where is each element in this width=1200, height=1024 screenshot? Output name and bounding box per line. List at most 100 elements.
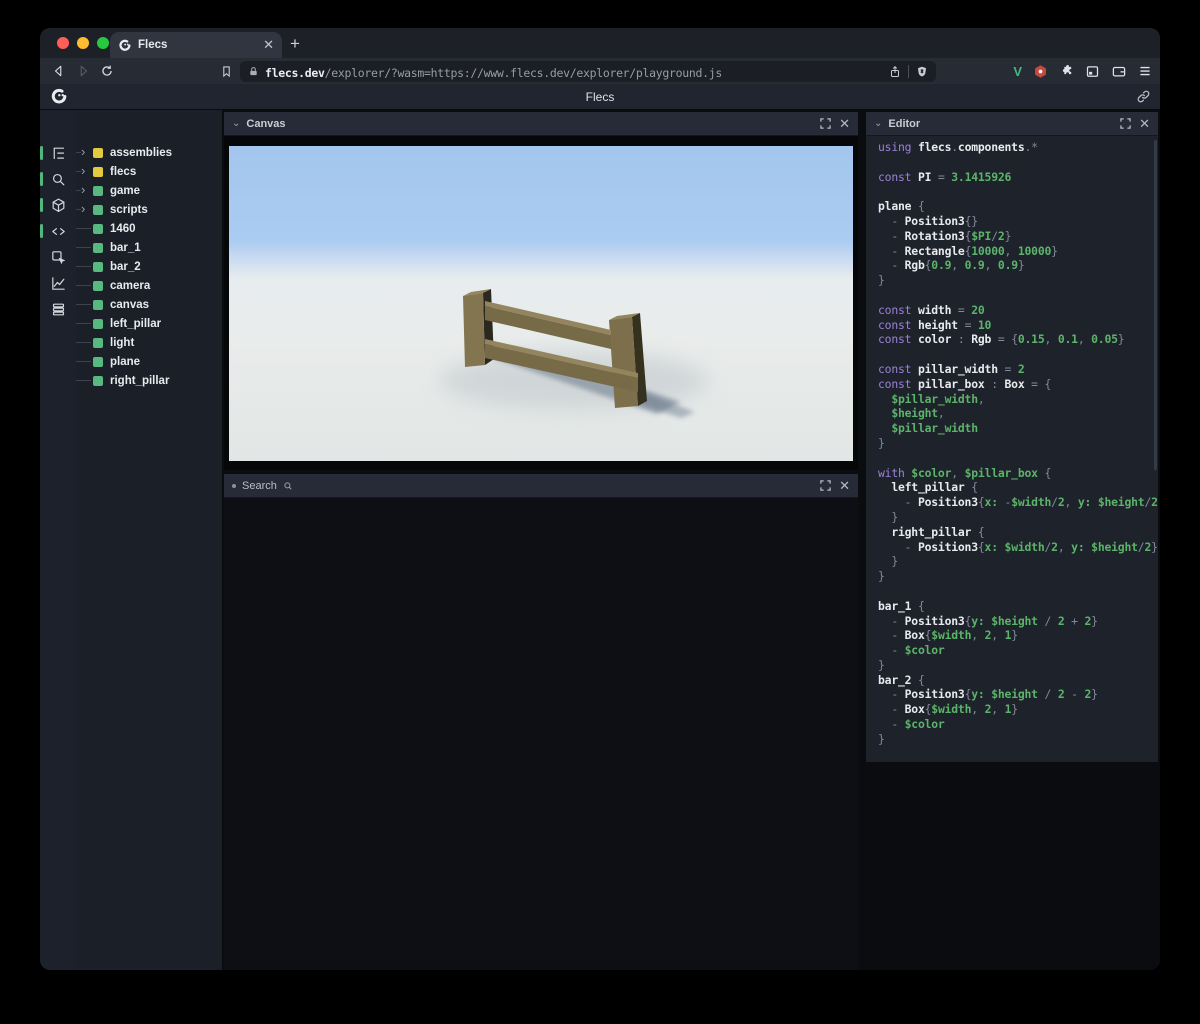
new-tab-button[interactable]: + <box>290 34 300 54</box>
entity-kind-square <box>93 147 103 158</box>
url-path: /explorer/?wasm=https://www.flecs.dev/ex… <box>324 66 723 80</box>
editor-panel-header[interactable]: ⌄ Editor ✕ <box>866 112 1158 136</box>
code-line: - Position3{x: $width/2, y: $height/2} <box>878 539 1158 554</box>
code-icon <box>51 227 65 235</box>
flecs-favicon <box>119 39 131 51</box>
entity-kind-square <box>93 356 103 367</box>
address-bar[interactable]: flecs.dev/explorer/?wasm=https://www.fle… <box>240 61 936 82</box>
sidebar-toggle-search[interactable] <box>40 170 76 188</box>
code-line: } <box>878 273 885 288</box>
chevron-right-icon[interactable]: › <box>81 183 91 196</box>
tree-item-game[interactable]: › game <box>76 181 222 200</box>
chevron-right-icon[interactable]: › <box>81 145 91 158</box>
entity-kind-square <box>93 375 103 386</box>
tree-item-bar_2[interactable]: bar_2 <box>76 257 222 276</box>
tree-item-flecs[interactable]: › flecs <box>76 162 222 181</box>
vue-devtools-icon[interactable]: V <box>1013 64 1022 79</box>
tree-connector <box>76 361 91 362</box>
sidebar-toggle-inspect[interactable] <box>40 248 76 266</box>
forward-button[interactable] <box>71 61 95 81</box>
tree-item-scripts[interactable]: › scripts <box>76 200 222 219</box>
share-icon[interactable] <box>889 65 901 79</box>
sidebar-toggle-cube[interactable] <box>40 196 76 214</box>
tree-item-label: bar_1 <box>110 241 141 254</box>
entity-kind-square <box>93 166 103 177</box>
app-header: Flecs <box>40 84 1160 110</box>
code-line: - Position3{x: -$width/2, y: $height/2} <box>878 495 1158 510</box>
brave-shield-icon[interactable] <box>916 65 928 78</box>
flecs-logo[interactable] <box>50 88 67 105</box>
extensions-puzzle-icon[interactable] <box>1059 64 1074 79</box>
adblock-extension-icon[interactable] <box>1033 64 1048 79</box>
code-area: using flecs.components.* const PI = 3.14… <box>878 140 1158 747</box>
code-editor[interactable]: using flecs.components.* const PI = 3.14… <box>866 136 1158 762</box>
sidebar-toggle-rows[interactable] <box>40 300 76 318</box>
tree-item-camera[interactable]: camera <box>76 276 222 295</box>
expand-icon[interactable] <box>1120 118 1131 129</box>
code-line: const color : Rgb = {0.15, 0.1, 0.05} <box>878 332 1125 347</box>
tree-view-icon <box>53 147 64 159</box>
search-panel-body[interactable] <box>224 498 858 970</box>
entity-kind-square <box>93 337 103 348</box>
reload-button[interactable] <box>95 61 119 81</box>
panel-icon-strip <box>40 110 76 970</box>
back-button[interactable] <box>47 61 71 81</box>
expand-icon[interactable] <box>820 480 831 491</box>
tree-item-bar_1[interactable]: bar_1 <box>76 238 222 257</box>
tab-close-icon[interactable]: ✕ <box>263 37 274 53</box>
tree-item-right_pillar[interactable]: right_pillar <box>76 371 222 390</box>
wallet-icon[interactable] <box>1111 64 1127 79</box>
sidebar-toggle-code[interactable] <box>40 222 76 240</box>
code-line: - $color <box>878 643 945 658</box>
entity-kind-square <box>93 223 103 234</box>
chevron-down-icon[interactable]: ⌄ <box>232 118 240 129</box>
tree-item-label: right_pillar <box>110 374 170 387</box>
canvas-3d-viewport[interactable] <box>224 136 858 470</box>
editor-scrollbar[interactable] <box>1154 140 1157 470</box>
code-line: bar_1 { <box>878 598 925 613</box>
tree-item-left_pillar[interactable]: left_pillar <box>76 314 222 333</box>
bookmark-icon[interactable] <box>214 61 238 81</box>
close-window-button[interactable] <box>57 37 69 49</box>
tree-connector <box>76 380 91 381</box>
code-line: - Box{$width, 2, 1} <box>878 628 1018 643</box>
share-link-icon[interactable] <box>1136 89 1151 104</box>
rows-icon <box>52 303 64 315</box>
tree-item-light[interactable]: light <box>76 333 222 352</box>
tree-item-plane[interactable]: plane <box>76 352 222 371</box>
sidebar-toggle-chart[interactable] <box>40 274 76 292</box>
browser-tab-bar: Flecs ✕ + <box>40 28 1160 58</box>
code-line: plane { <box>878 199 925 214</box>
sidebar-toggle-tree-view[interactable] <box>40 144 76 162</box>
close-panel-icon[interactable]: ✕ <box>839 479 850 492</box>
divider <box>908 65 909 78</box>
zoom-window-button[interactable] <box>97 37 109 49</box>
chevron-down-icon[interactable]: ⌄ <box>874 118 882 129</box>
code-line: - Position3{y: $height / 2 + 2} <box>878 613 1098 628</box>
close-panel-icon[interactable]: ✕ <box>839 117 850 130</box>
browser-tab[interactable]: Flecs ✕ <box>110 32 282 58</box>
tree-item-canvas[interactable]: canvas <box>76 295 222 314</box>
tree-item-1460[interactable]: 1460 <box>76 219 222 238</box>
tree-item-assemblies[interactable]: › assemblies <box>76 143 222 162</box>
close-panel-icon[interactable]: ✕ <box>1139 117 1150 130</box>
minimize-window-button[interactable] <box>77 37 89 49</box>
search-panel-title: Search <box>242 479 277 492</box>
tree-connector <box>76 285 91 286</box>
sidebar-toggle-icon[interactable] <box>1085 64 1100 79</box>
chevron-right-icon[interactable]: › <box>81 202 91 215</box>
3d-scene-fence <box>229 146 853 461</box>
collapsed-dot-icon[interactable] <box>232 483 236 488</box>
menu-hamburger-icon[interactable] <box>1138 64 1152 78</box>
tree-item-label: flecs <box>110 165 137 178</box>
search-panel-header[interactable]: Search ✕ <box>224 474 858 498</box>
search-icon <box>52 173 64 185</box>
tree-connector <box>76 228 91 229</box>
expand-icon[interactable] <box>820 118 831 129</box>
chevron-right-icon[interactable]: › <box>81 164 91 177</box>
canvas-panel-header[interactable]: ⌄ Canvas ✕ <box>224 112 858 136</box>
